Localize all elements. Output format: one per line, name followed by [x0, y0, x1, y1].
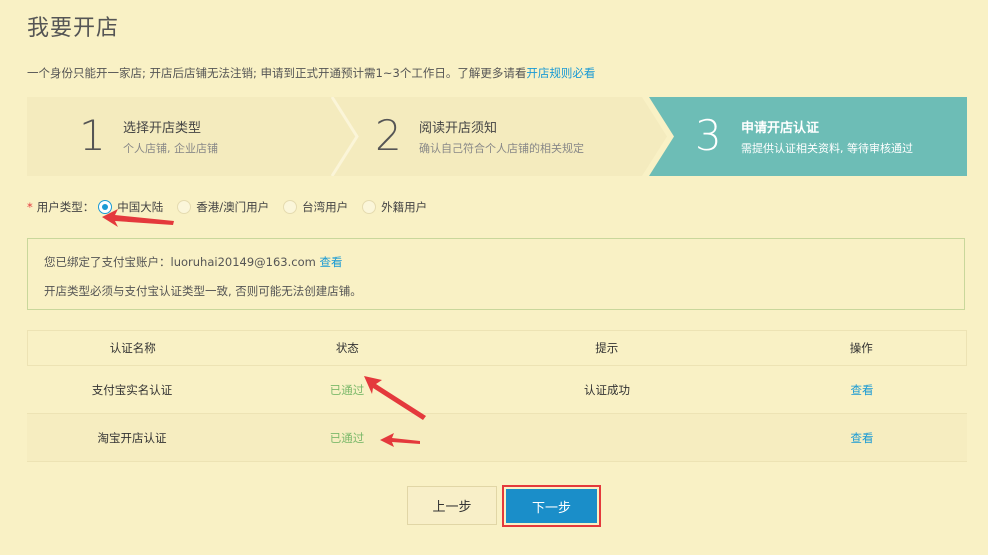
cert-view-link[interactable]: 查看 [757, 382, 967, 398]
radio-foreign-circle[interactable] [362, 200, 377, 214]
step-3: 3 申请开店认证 需提供认证相关资料, 等待审核通过 [649, 97, 967, 176]
user-type-group: * 用户类型： 中国大陆 香港/澳门用户 台湾用户 外籍用户 [27, 199, 441, 215]
prev-step-button[interactable]: 上一步 [407, 486, 497, 525]
alipay-info-box: 您已绑定了支付宝账户：luoruhai20149@163.com 查看 开店类型… [27, 238, 965, 310]
step-3-title: 申请开店认证 [741, 121, 820, 136]
certification-table: 认证名称 状态 提示 操作 支付宝实名认证 已通过 认证成功 查看 淘宝开店认证… [27, 330, 967, 462]
radio-foreign[interactable]: 外籍用户 [362, 199, 427, 215]
step-3-desc: 需提供认证相关资料, 等待审核通过 [741, 142, 913, 155]
step-3-number: 3 [695, 111, 722, 160]
page-title: 我要开店 [27, 16, 120, 41]
step-2-desc: 确认自己符合个人店铺的相关规定 [419, 142, 584, 155]
step-2: 2 阅读开店须知 确认自己符合个人店铺的相关规定 [327, 97, 667, 176]
cert-view-link[interactable]: 查看 [757, 430, 967, 446]
step-1-chevron [27, 97, 357, 176]
radio-mainland-label: 中国大陆 [117, 200, 164, 214]
header-action: 操作 [849, 341, 873, 355]
next-step-button[interactable]: 下一步 [506, 489, 597, 523]
required-mark: * [27, 200, 33, 214]
header-name: 认证名称 [109, 341, 156, 355]
radio-mainland-circle[interactable] [98, 200, 113, 214]
next-step-highlight: 下一步 [502, 485, 601, 527]
step-2-title: 阅读开店须知 [419, 121, 498, 136]
cert-status: 已通过 [329, 382, 365, 397]
header-hint: 提示 [595, 341, 619, 355]
step-1-number: 1 [79, 111, 106, 160]
cert-name: 淘宝开店认证 [97, 430, 167, 445]
table-row: 淘宝开店认证 已通过 查看 [27, 414, 967, 462]
alipay-view-link[interactable]: 查看 [319, 255, 342, 269]
radio-hk-macau-circle[interactable] [177, 200, 192, 214]
shop-type-warning: 开店类型必须与支付宝认证类型一致, 否则可能无法创建店铺。 [44, 284, 362, 298]
step-1-title: 选择开店类型 [123, 121, 202, 136]
table-row: 支付宝实名认证 已通过 认证成功 查看 [27, 366, 967, 414]
notice-body: 一个身份只能开一家店; 开店后店铺无法注销; 申请到正式开通预计需1~3个工作日… [27, 66, 527, 80]
step-2-number: 2 [375, 111, 402, 160]
user-type-label: 用户类型： [36, 200, 95, 214]
alipay-account-text: 您已绑定了支付宝账户：luoruhai20149@163.com [44, 255, 316, 269]
radio-hk-macau-label: 香港/澳门用户 [196, 200, 270, 214]
header-status: 状态 [335, 341, 359, 355]
cert-status: 已通过 [329, 430, 365, 445]
alipay-account-line: 您已绑定了支付宝账户：luoruhai20149@163.com 查看 [44, 254, 342, 270]
step-progress: 1 选择开店类型 个人店铺, 企业店铺 2 阅读开店须知 确认自己符合个人店铺的… [27, 97, 967, 176]
radio-taiwan[interactable]: 台湾用户 [283, 199, 348, 215]
cert-name: 支付宝实名认证 [91, 382, 173, 397]
radio-mainland[interactable]: 中国大陆 [98, 199, 163, 215]
radio-foreign-label: 外籍用户 [381, 200, 428, 214]
table-header: 认证名称 状态 提示 操作 [27, 330, 967, 366]
cert-hint: 认证成功 [584, 382, 630, 397]
shop-rules-link[interactable]: 开店规则必看 [526, 66, 595, 80]
radio-hk-macau[interactable]: 香港/澳门用户 [177, 199, 269, 215]
step-1: 1 选择开店类型 个人店铺, 企业店铺 [27, 97, 357, 176]
radio-taiwan-circle[interactable] [283, 200, 298, 214]
radio-taiwan-label: 台湾用户 [302, 200, 349, 214]
step-1-desc: 个人店铺, 企业店铺 [123, 142, 218, 155]
notice-text: 一个身份只能开一家店; 开店后店铺无法注销; 申请到正式开通预计需1~3个工作日… [27, 65, 595, 81]
